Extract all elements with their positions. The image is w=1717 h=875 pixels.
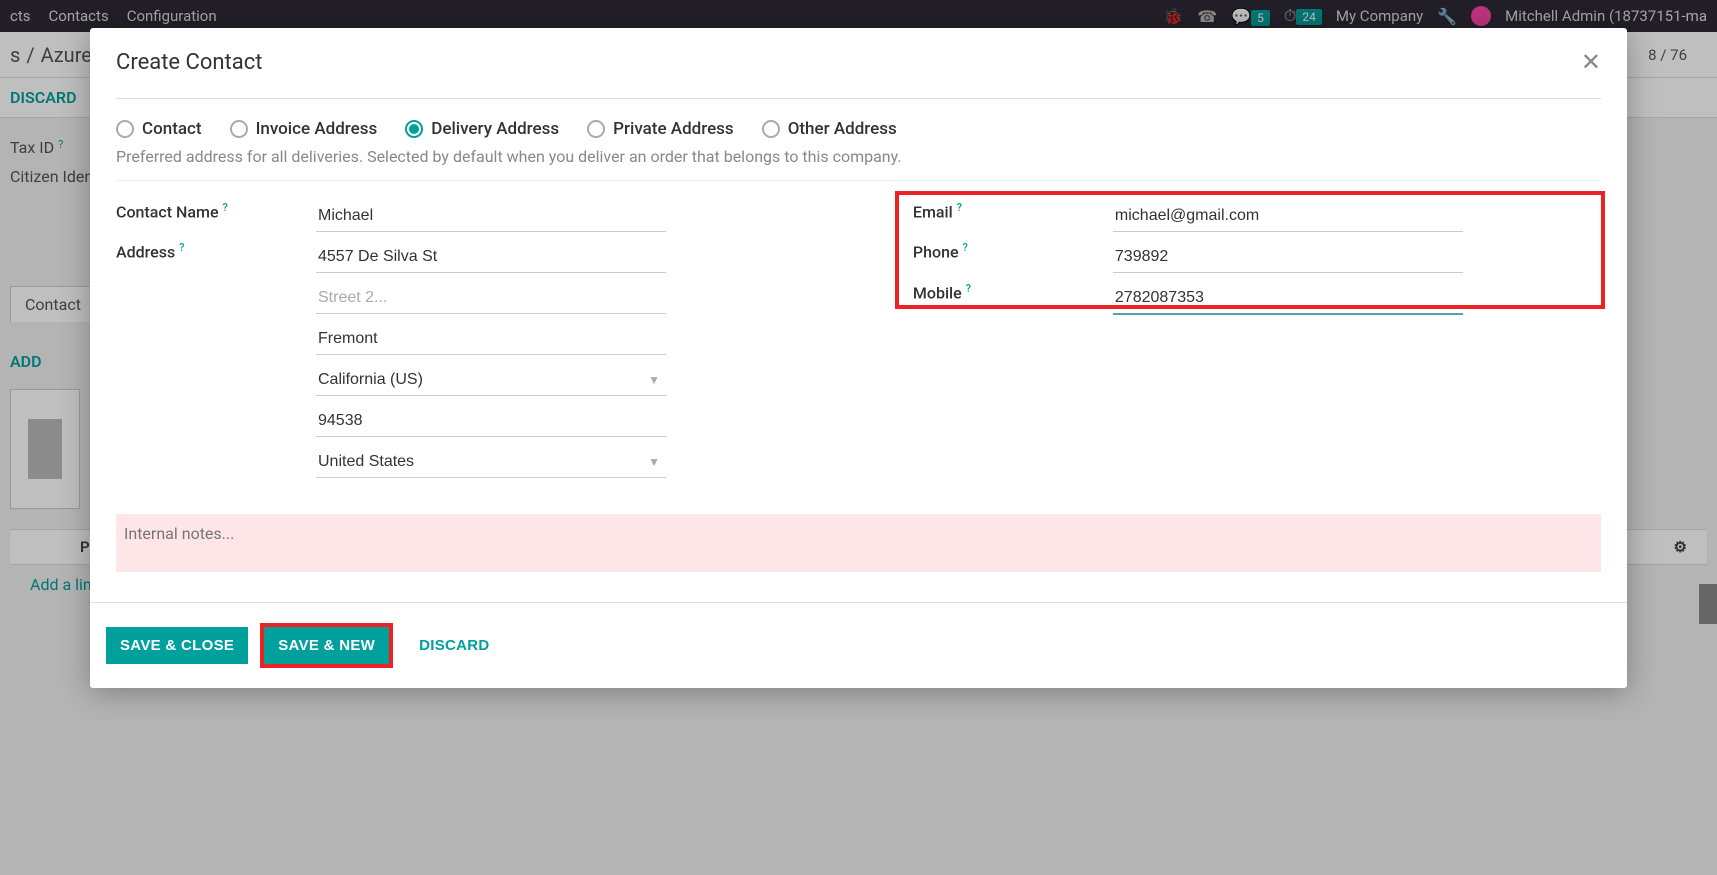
radio-delivery[interactable]: Delivery Address	[405, 119, 559, 139]
city-input[interactable]	[316, 324, 666, 355]
create-contact-modal: Create Contact ✕ Contact Invoice Address…	[90, 28, 1627, 688]
help-icon[interactable]: ?	[223, 201, 228, 214]
email-input[interactable]	[1113, 201, 1463, 232]
email-label: Email	[913, 202, 953, 221]
save-new-button[interactable]: SAVE & NEW	[264, 627, 389, 664]
help-icon[interactable]: ?	[966, 282, 971, 295]
help-icon[interactable]: ?	[957, 201, 962, 214]
highlight-annotation: SAVE & NEW	[260, 623, 393, 668]
contact-name-label: Contact Name	[116, 202, 219, 221]
help-icon[interactable]: ?	[179, 241, 184, 254]
radio-contact[interactable]: Contact	[116, 119, 202, 139]
modal-title: Create Contact	[116, 50, 262, 75]
phone-label: Phone	[913, 243, 959, 262]
discard-button[interactable]: DISCARD	[405, 627, 503, 664]
internal-notes-input[interactable]	[116, 514, 1601, 572]
radio-other[interactable]: Other Address	[762, 119, 897, 139]
radio-private[interactable]: Private Address	[587, 119, 734, 139]
radio-invoice[interactable]: Invoice Address	[230, 119, 378, 139]
contact-name-input[interactable]	[316, 201, 666, 232]
mobile-label: Mobile	[913, 283, 962, 302]
address-type-radios: Contact Invoice Address Delivery Address…	[90, 99, 1627, 147]
save-close-button[interactable]: SAVE & CLOSE	[106, 627, 248, 664]
phone-input[interactable]	[1113, 242, 1463, 273]
help-icon[interactable]: ?	[963, 241, 968, 254]
address-label: Address	[116, 243, 175, 262]
hint-text: Preferred address for all deliveries. Se…	[90, 147, 1627, 180]
street-input[interactable]	[316, 242, 666, 273]
zip-input[interactable]	[316, 406, 666, 437]
country-select[interactable]	[316, 447, 666, 478]
mobile-input[interactable]	[1113, 283, 1463, 315]
close-icon[interactable]: ✕	[1581, 48, 1601, 76]
street2-input[interactable]	[316, 283, 666, 314]
state-select[interactable]	[316, 365, 666, 396]
